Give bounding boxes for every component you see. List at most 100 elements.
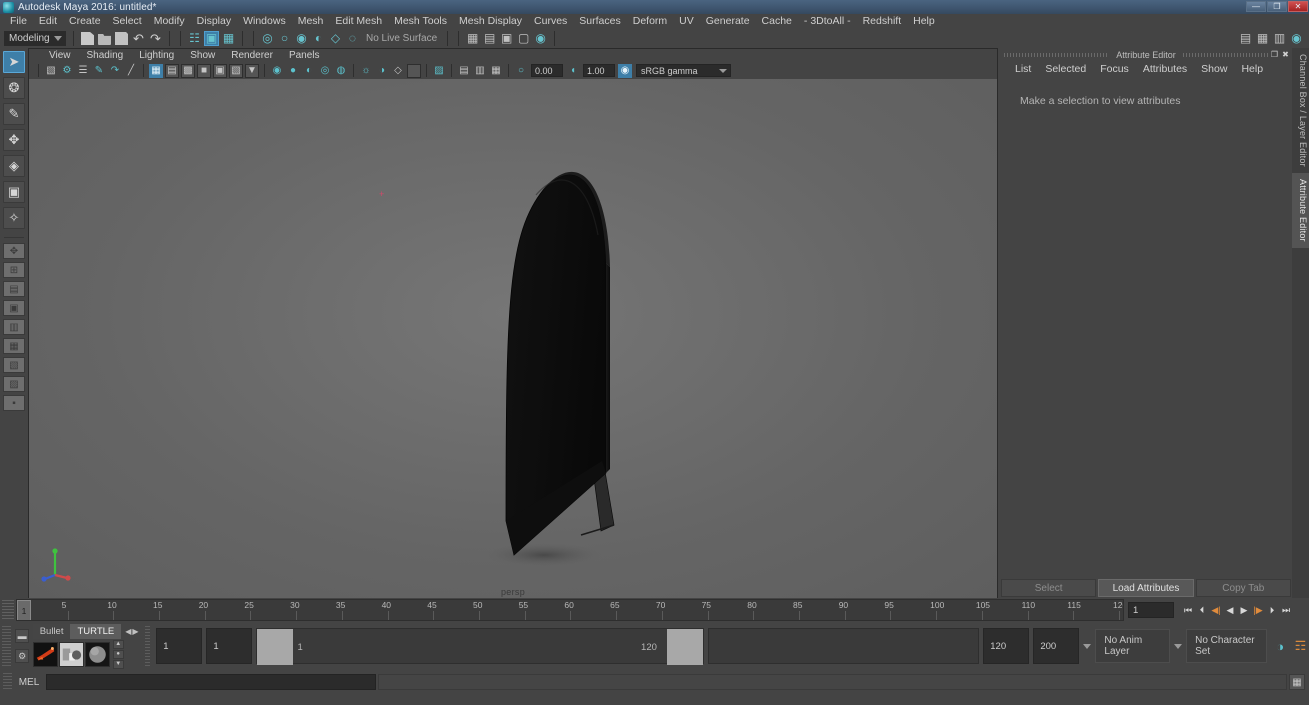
step-forward-frame-button[interactable]: ⏵: [1266, 603, 1278, 617]
script-editor-icon[interactable]: ▦: [1289, 674, 1305, 690]
menu-windows[interactable]: Windows: [237, 14, 292, 29]
wireframe-icon[interactable]: ◉: [270, 64, 284, 78]
shelf-tab-turtle[interactable]: TURTLE: [70, 624, 122, 639]
gamma-icon[interactable]: ◖: [566, 64, 580, 78]
undock-icon[interactable]: ❐: [1270, 50, 1279, 59]
attribute-editor-toggle-icon[interactable]: ▤: [1238, 31, 1253, 46]
go-to-start-button[interactable]: ⏮: [1182, 603, 1194, 617]
multisample-aa-icon[interactable]: ▨: [432, 64, 446, 78]
xray-mode-icon[interactable]: ▥: [473, 64, 487, 78]
rotate-tool[interactable]: ◈: [3, 155, 25, 177]
menu-edit[interactable]: Edit: [33, 14, 63, 29]
play-backwards-button[interactable]: ◀: [1224, 603, 1236, 617]
select-button[interactable]: Select: [1001, 579, 1097, 597]
show-render-view-icon[interactable]: ▢: [516, 31, 531, 46]
menu-select[interactable]: Select: [107, 14, 148, 29]
select-by-object-icon[interactable]: ▣: [204, 31, 219, 46]
make-live-icon[interactable]: ◌: [345, 31, 360, 46]
character-set-caret-icon[interactable]: [1174, 643, 1183, 649]
viewport-menu-renderer[interactable]: Renderer: [223, 49, 281, 62]
menu-deform[interactable]: Deform: [627, 14, 673, 29]
color-management-icon[interactable]: ◉: [618, 63, 632, 78]
bookmarks-icon[interactable]: ✎: [92, 64, 106, 78]
show-hypergraph-icon[interactable]: ▦: [465, 31, 480, 46]
shelf-scroll-arrows[interactable]: ▲ ● ▼: [112, 639, 124, 669]
snap-to-curve-icon[interactable]: ○: [277, 31, 292, 46]
turtle-render-icon[interactable]: [32, 641, 58, 667]
menuset-dropdown[interactable]: Modeling: [4, 31, 66, 46]
gate-mask-icon[interactable]: ■: [197, 63, 211, 78]
menu-cache[interactable]: Cache: [756, 14, 798, 29]
shelf-tab-bullet[interactable]: Bullet: [32, 624, 71, 639]
layout-preset-9-icon[interactable]: ▪: [3, 395, 25, 411]
depth-of-field-icon[interactable]: ▦: [489, 64, 503, 78]
image-plane-icon[interactable]: ↷: [108, 64, 122, 78]
menu-file[interactable]: File: [4, 14, 33, 29]
maximize-button[interactable]: ❐: [1267, 1, 1287, 12]
side-tab-channel-box-layer-editor[interactable]: Channel Box / Layer Editor: [1292, 48, 1309, 173]
smooth-shade-all-icon[interactable]: ●: [286, 64, 300, 78]
gamma-value[interactable]: 1.00: [583, 64, 615, 77]
standing-display-mirror-model[interactable]: [466, 143, 646, 583]
menu-help[interactable]: Help: [907, 14, 941, 29]
shaded-wireframe-icon[interactable]: ◎: [318, 64, 332, 78]
snap-to-projected-center-icon[interactable]: ◐: [311, 31, 326, 46]
undo-icon[interactable]: ↶: [131, 31, 146, 46]
playback-end-field[interactable]: 120: [983, 628, 1030, 664]
viewport-menu-show[interactable]: Show: [182, 49, 223, 62]
range-start-handle[interactable]: [257, 629, 294, 665]
new-scene-icon[interactable]: [80, 31, 95, 46]
command-line-grip[interactable]: [3, 673, 12, 691]
menu-modify[interactable]: Modify: [148, 14, 191, 29]
film-gate-icon[interactable]: ▤: [165, 63, 179, 78]
select-by-component-icon[interactable]: ▦: [221, 31, 236, 46]
play-forwards-button[interactable]: ▶: [1238, 603, 1250, 617]
layout-preset-8-icon[interactable]: ▨: [3, 376, 25, 392]
grid-toggle-icon[interactable]: ▦: [149, 63, 163, 78]
turtle-bake-icon[interactable]: [58, 641, 84, 667]
tool-settings-toggle-icon[interactable]: ▦: [1255, 31, 1270, 46]
layout-preset-3-icon[interactable]: ▤: [3, 281, 25, 297]
lock-camera-icon[interactable]: ⚙: [60, 64, 74, 78]
shelf-options-icon[interactable]: ⚙: [15, 649, 30, 663]
range-start-field[interactable]: 1: [206, 628, 253, 664]
redo-icon[interactable]: ↷: [148, 31, 163, 46]
menu-create[interactable]: Create: [63, 14, 107, 29]
exposure-icon[interactable]: ○: [514, 64, 528, 78]
animation-preferences-icon[interactable]: ☶: [1293, 638, 1308, 654]
menu-display[interactable]: Display: [191, 14, 237, 29]
show-outliner-icon[interactable]: ▤: [482, 31, 497, 46]
go-to-end-button[interactable]: ⏭: [1280, 603, 1292, 617]
layout-preset-7-icon[interactable]: ▧: [3, 357, 25, 373]
two-d-pan-zoom-icon[interactable]: ╱: [124, 64, 138, 78]
viewport-3d-canvas[interactable]: + persp: [29, 79, 997, 599]
shelf-menu-icon[interactable]: ▬: [15, 629, 30, 643]
save-scene-icon[interactable]: [114, 31, 129, 46]
anim-layer-caret-icon[interactable]: [1083, 643, 1092, 649]
xray-joints-icon[interactable]: ▼: [245, 63, 259, 78]
layout-preset-1-icon[interactable]: ✥: [3, 243, 25, 259]
viewport-menu-shading[interactable]: Shading: [79, 49, 132, 62]
menu-mesh-display[interactable]: Mesh Display: [453, 14, 528, 29]
ae-menu-help[interactable]: Help: [1234, 63, 1270, 75]
snap-to-point-icon[interactable]: ◉: [294, 31, 309, 46]
close-button[interactable]: ✕: [1288, 1, 1308, 12]
exposure-value[interactable]: 0.00: [531, 64, 563, 77]
menu-generate[interactable]: Generate: [700, 14, 756, 29]
last-tool-used[interactable]: ✧: [3, 207, 25, 229]
menu-curves[interactable]: Curves: [528, 14, 573, 29]
select-camera-icon[interactable]: ▧: [44, 64, 58, 78]
command-input[interactable]: [46, 674, 376, 690]
minimize-button[interactable]: —: [1246, 1, 1266, 12]
load-attributes-button[interactable]: Load Attributes: [1098, 579, 1194, 597]
ae-menu-attributes[interactable]: Attributes: [1136, 63, 1194, 75]
anim-layer-dropdown[interactable]: No Anim Layer: [1095, 629, 1171, 663]
step-forward-key-button[interactable]: |▶: [1252, 603, 1264, 617]
layout-preset-5-icon[interactable]: ▥: [3, 319, 25, 335]
copy-tab-button[interactable]: Copy Tab: [1195, 579, 1291, 597]
range-slider-overflow[interactable]: [707, 628, 980, 664]
turtle-sphere-icon[interactable]: [84, 641, 110, 667]
range-row-grip[interactable]: [2, 626, 11, 666]
motion-blur-icon[interactable]: [407, 63, 421, 78]
sidebar-toggle-icon[interactable]: ◉: [1289, 31, 1304, 46]
